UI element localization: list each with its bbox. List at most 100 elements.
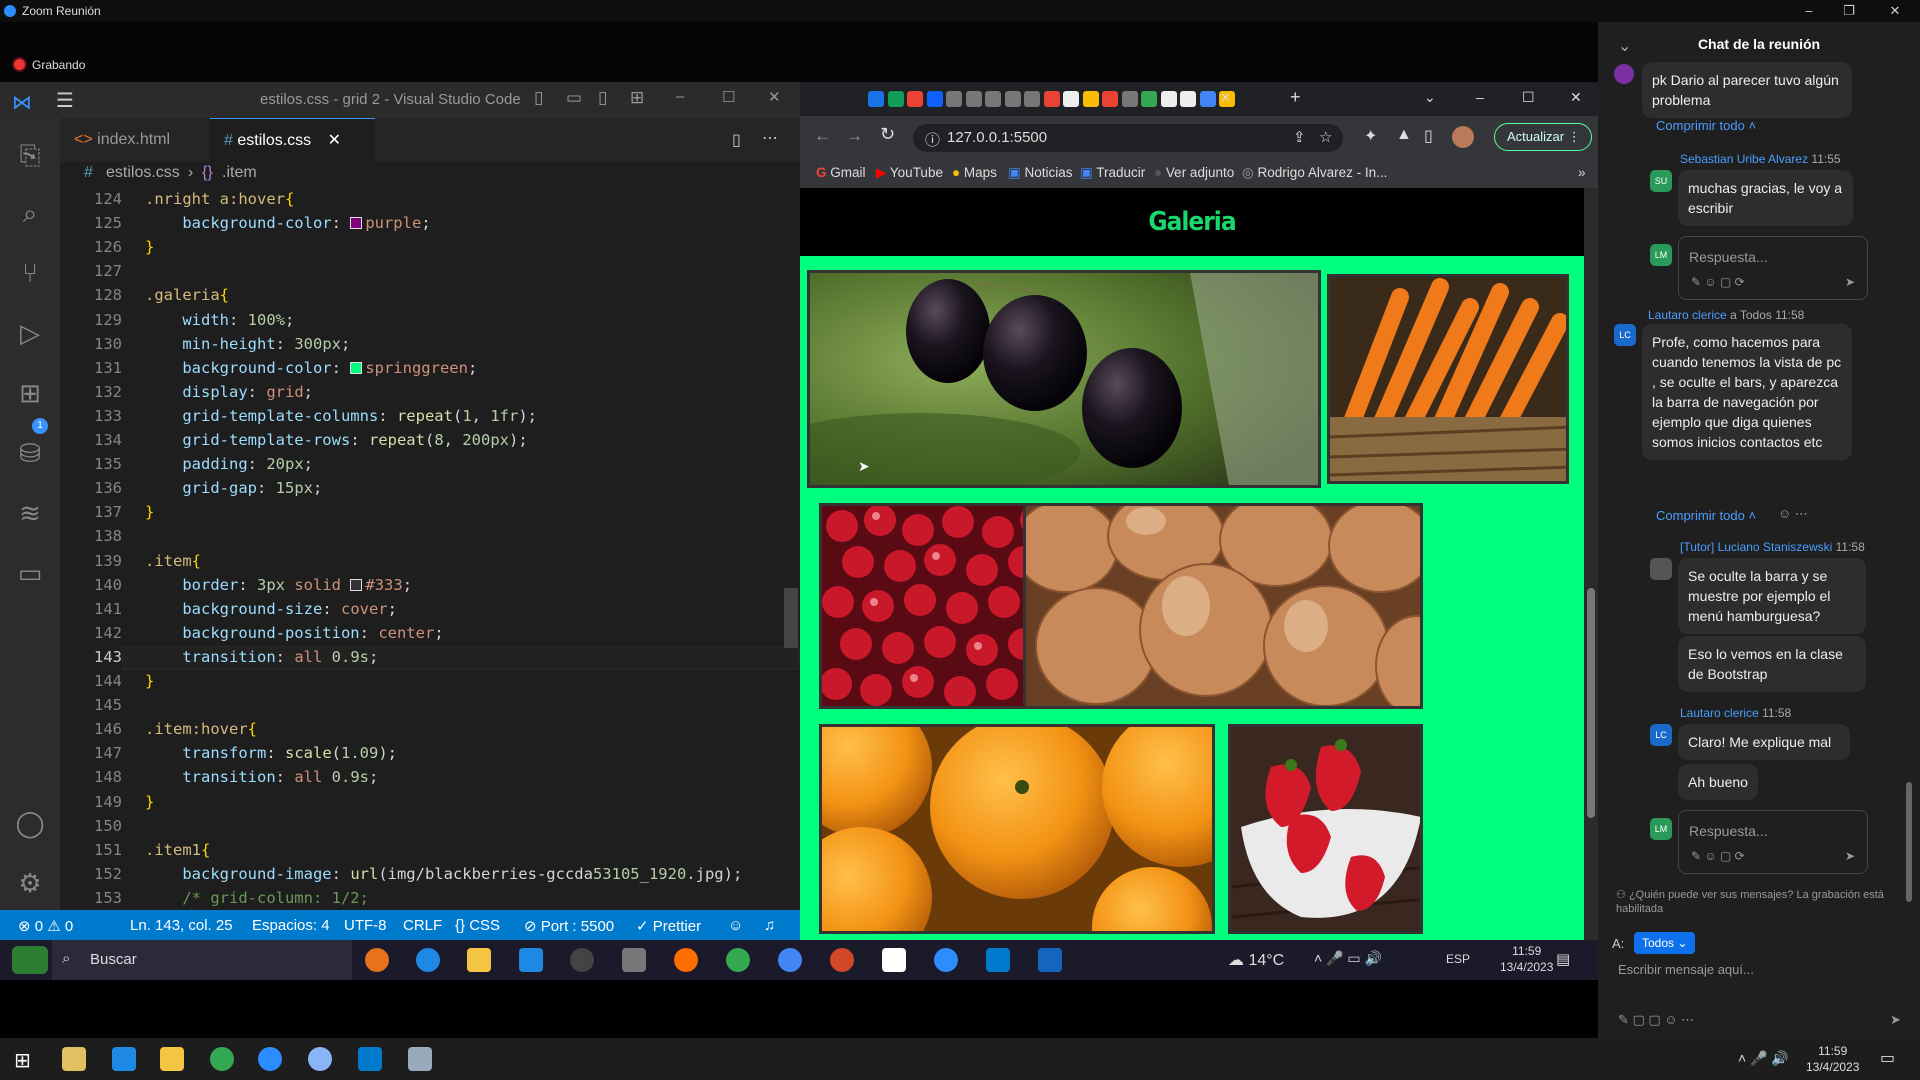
send-icon[interactable]: ➤ [1845,849,1855,863]
side-panel-icon[interactable]: ▯ [1424,126,1433,146]
powerpoint-icon[interactable] [830,948,854,972]
reply-input[interactable]: Respuesta... [1689,249,1768,265]
scrollbar-thumb[interactable] [1587,588,1595,818]
browser-tab-favicon-icon[interactable] [1160,91,1177,107]
editor-scrollbar[interactable] [784,588,798,648]
file-explorer-icon[interactable] [467,948,491,972]
browser-tab-favicon-icon[interactable] [926,91,943,107]
site-info-icon[interactable]: ⓘ [925,129,940,150]
page-scrollbar[interactable] [1584,188,1598,944]
browser-tab-favicon-icon[interactable] [985,91,1001,107]
new-tab-icon[interactable]: + [1290,87,1301,108]
system-clock[interactable]: 11:59 13/4/2023 [1500,943,1553,975]
code-editor[interactable]: 124 .nright a:hover{125 background-color:… [60,188,800,910]
file-explorer-icon[interactable] [160,1047,184,1071]
system-clock[interactable]: 11:59 13/4/2023 [1806,1043,1859,1075]
bookmark-star-icon[interactable]: ☆ [1319,128,1332,146]
tab-search-icon[interactable]: ⌄ [1424,89,1436,106]
bookmark-maps[interactable]: ● Maps [952,165,997,180]
profile-avatar[interactable] [1452,126,1474,148]
menu-icon[interactable]: ☰ [56,88,74,113]
chrome-dev-icon[interactable] [778,948,802,972]
tab-index-html[interactable]: <> index.html [60,118,210,162]
browser-maximize-button[interactable]: ☐ [1522,89,1535,106]
live-server-port[interactable]: ⊘ Port : 5500 [524,917,614,935]
browser-tab-favicon-icon[interactable] [1063,91,1079,107]
weather-widget[interactable]: ☁ 14°C [1228,950,1284,970]
browser-tab-favicon-icon[interactable] [946,91,962,107]
notification-icon[interactable]: ▤ [1556,950,1570,968]
close-tab-icon[interactable]: ✕ [328,132,341,149]
app-icon[interactable] [365,948,389,972]
tray-icons[interactable]: ˄ 🎤 🔊 [1738,1050,1789,1067]
browser-close-button[interactable]: ✕ [1570,89,1582,106]
chrome-icon[interactable] [210,1047,234,1071]
reply-tools-icon[interactable]: ✎ ☺ ▢ ⟳ [1691,275,1745,289]
line-ending[interactable]: CRLF [403,917,442,934]
send-icon[interactable]: ➤ [1845,275,1855,289]
chat-tools-icon[interactable]: ✎ ▢ ▢ ☺ ⋯ [1618,1012,1694,1028]
remote-explorer-icon[interactable]: ▭ [13,556,47,590]
vscode-icon[interactable] [986,948,1010,972]
split-editor-icon[interactable]: ▯ [732,130,741,150]
browser-tab-favicon-icon[interactable] [1082,91,1099,107]
explorer-icon[interactable]: ⎘ [13,138,47,172]
layout-icon[interactable]: ▯ [534,88,543,108]
zoom-icon[interactable] [258,1047,282,1071]
language-mode[interactable]: {} CSS [455,917,500,934]
notifications-icon[interactable]: ♫ [764,917,775,934]
more-actions-icon[interactable]: ⋯ [762,128,778,148]
run-debug-icon[interactable]: ▷ [13,316,47,350]
search-icon[interactable]: ⌕ [13,196,47,230]
collapse-all-link[interactable]: Comprimir todo ˄ [1656,118,1756,133]
settings-gear-icon[interactable]: ⚙ [13,866,47,900]
notification-icon[interactable]: ▭ [1880,1048,1895,1068]
cursor-position[interactable]: Ln. 143, col. 25 [130,917,233,934]
browser-tab-favicon-icon[interactable] [887,91,904,107]
breadcrumb-file[interactable]: estilos.css [106,164,180,182]
browser-tab-favicon-icon[interactable] [907,91,923,107]
update-button[interactable]: Actualizar ⋮ [1494,123,1592,151]
labs-icon[interactable]: ▲ [1396,126,1412,144]
browser-tab-favicon-icon[interactable] [1180,91,1196,107]
vscode-close-button[interactable]: ✕ [768,88,781,106]
browser-tab-favicon-icon[interactable] [1199,91,1216,107]
vscode-minimize-button[interactable]: – [676,88,684,105]
bookmark-gmail[interactable]: G Gmail [816,165,866,180]
browser-tab-favicon-icon[interactable] [1024,91,1040,107]
database-icon[interactable]: ⛁ [13,436,47,470]
forward-icon[interactable]: → [846,126,863,146]
gallery-item-blackberries[interactable] [807,270,1321,488]
app-icon[interactable] [308,1047,332,1071]
app-icon[interactable] [62,1047,86,1071]
reply-box[interactable]: Respuesta... ✎ ☺ ▢ ⟳ ➤ [1678,236,1868,300]
browser-tab-favicon-icon[interactable] [868,91,884,107]
message-input[interactable]: Escribir mensaje aquí... [1618,962,1754,977]
reply-input[interactable]: Respuesta... [1689,823,1768,839]
gallery-item-strawberries[interactable] [1228,724,1423,934]
layout-customize-icon[interactable]: ⊞ [630,88,644,108]
browser-tab-favicon-icon[interactable] [1121,91,1138,107]
reply-tools-icon[interactable]: ✎ ☺ ▢ ⟳ [1691,849,1745,863]
gallery-item-oranges[interactable] [819,724,1215,934]
taskbar-search[interactable]: ⌕ Buscar [52,940,352,980]
close-tab-icon[interactable]: ✕ [1220,90,1231,106]
prettier-status[interactable]: ✓ Prettier [636,917,701,935]
tray-icons[interactable]: ˄ 🎤 ▭ 🔊 [1314,950,1382,967]
browser-minimize-button[interactable]: – [1476,89,1484,105]
reply-box[interactable]: Respuesta... ✎ ☺ ▢ ⟳ ➤ [1678,810,1868,874]
send-message-icon[interactable]: ➤ [1890,1012,1901,1028]
browser-tab-favicon-icon[interactable] [1004,91,1021,107]
layers-icon[interactable]: ≋ [13,496,47,530]
share-icon[interactable]: ⇪ [1293,128,1306,146]
url-bar[interactable]: ⓘ 127.0.0.1:5500 ⇪ ☆ [913,124,1343,152]
vscode-icon[interactable] [358,1047,382,1071]
app-icon[interactable] [882,948,906,972]
windows-start-icon[interactable]: ⊞ [14,1048,31,1073]
layout-sidebar-icon[interactable]: ▯ [598,88,607,108]
bookmark-youtube[interactable]: ▶ YouTube [876,165,943,181]
calculator-icon[interactable] [112,1047,136,1071]
indentation[interactable]: Espacios: 4 [252,917,330,934]
firefox-icon[interactable] [674,948,698,972]
start-icon[interactable] [12,946,48,974]
